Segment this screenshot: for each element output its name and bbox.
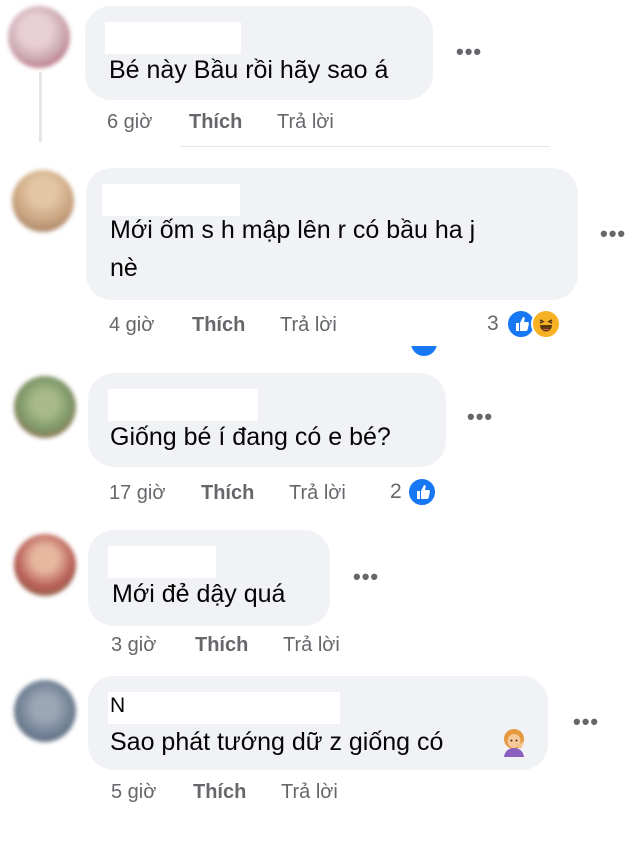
comment-bubble: Bé này Bầu rồi hãy sao á xyxy=(85,6,433,100)
comment-actions: 5 giờ Thích Trả lời xyxy=(111,781,411,805)
comment-bubble: Giống bé í đang có e bé? xyxy=(88,373,446,467)
reply-button[interactable]: Trả lời xyxy=(289,482,346,505)
comment-text: Bé này Bầu rồi hãy sao á xyxy=(109,56,389,84)
reactions-summary[interactable]: 3 xyxy=(487,309,577,339)
timestamp[interactable]: 6 giờ xyxy=(107,111,152,134)
divider xyxy=(180,146,550,147)
more-options-icon[interactable]: ••• xyxy=(600,223,626,245)
like-button[interactable]: Thích xyxy=(193,781,246,804)
thread-line xyxy=(39,72,42,142)
comment-text: Giống bé í đang có e bé? xyxy=(110,423,391,451)
reply-button[interactable]: Trả lời xyxy=(283,634,340,657)
collapsed-reaction-icon xyxy=(411,346,437,356)
avatar[interactable] xyxy=(14,534,76,596)
reactions-summary[interactable]: 2 xyxy=(390,477,450,507)
timestamp[interactable]: 3 giờ xyxy=(111,634,156,657)
timestamp[interactable]: 5 giờ xyxy=(111,781,156,804)
comment-bubble: Mới đẻ dậy quá xyxy=(88,530,330,626)
comment-actions: 6 giờ Thích Trả lời xyxy=(107,111,407,135)
more-options-icon[interactable]: ••• xyxy=(353,566,379,588)
comment-actions: 3 giờ Thích Trả lời xyxy=(111,634,411,658)
reaction-count: 3 xyxy=(487,312,499,335)
more-options-icon[interactable]: ••• xyxy=(467,406,493,428)
comment-text: Sao phát tướng dữ z giống có xyxy=(110,728,444,756)
avatar[interactable] xyxy=(14,376,76,438)
haha-icon xyxy=(531,309,561,339)
reply-button[interactable]: Trả lời xyxy=(280,314,337,337)
like-button[interactable]: Thích xyxy=(189,111,242,134)
woman-emoji-icon xyxy=(500,728,528,758)
comment-actions: 4 giờ Thích Trả lời xyxy=(109,314,409,338)
reaction-count: 2 xyxy=(390,480,402,503)
like-icon xyxy=(407,477,437,507)
timestamp[interactable]: 4 giờ xyxy=(109,314,154,337)
more-options-icon[interactable]: ••• xyxy=(456,41,482,63)
more-options-icon[interactable]: ••• xyxy=(573,711,599,733)
like-button[interactable]: Thích xyxy=(201,482,254,505)
comment-text: Mới đẻ dậy quá xyxy=(112,580,286,608)
avatar[interactable] xyxy=(8,6,70,68)
comment-bubble: N Sao phát tướng dữ z giống có xyxy=(88,676,548,770)
reply-button[interactable]: Trả lời xyxy=(277,111,334,134)
comment-actions: 17 giờ Thích Trả lời xyxy=(109,482,409,506)
comment-bubble: Mới ốm s h mập lên r có bầu ha j nè xyxy=(86,168,578,300)
reply-button[interactable]: Trả lời xyxy=(281,781,338,804)
timestamp[interactable]: 17 giờ xyxy=(109,482,165,505)
like-button[interactable]: Thích xyxy=(192,314,245,337)
like-button[interactable]: Thích xyxy=(195,634,248,657)
commenter-name-initial: N xyxy=(110,694,126,717)
commenter-name[interactable] xyxy=(108,692,340,724)
comment-text-line-1: Mới ốm s h mập lên r có bầu ha j xyxy=(110,216,476,244)
comment-text-line-2: nè xyxy=(110,254,138,282)
avatar[interactable] xyxy=(14,680,76,742)
avatar[interactable] xyxy=(12,170,74,232)
